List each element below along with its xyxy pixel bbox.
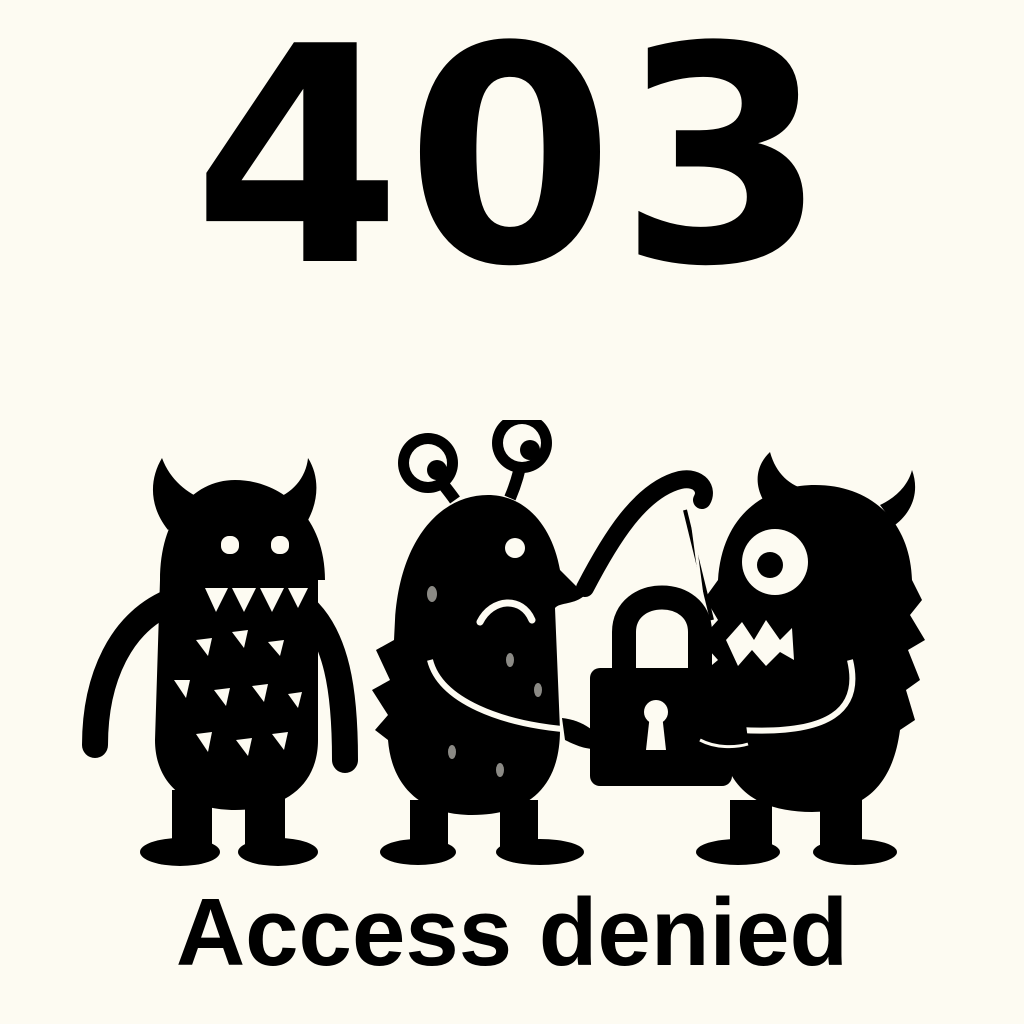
error-code: 403 — [192, 0, 832, 332]
error-page: 403 Access denied — [0, 0, 1024, 1024]
horned-monster-icon — [82, 458, 358, 866]
error-message: Access denied — [175, 879, 849, 986]
sad-eyestalk-monster-icon — [372, 420, 605, 865]
monsters-illustration — [82, 420, 925, 866]
one-eyed-monster-icon — [696, 452, 925, 865]
